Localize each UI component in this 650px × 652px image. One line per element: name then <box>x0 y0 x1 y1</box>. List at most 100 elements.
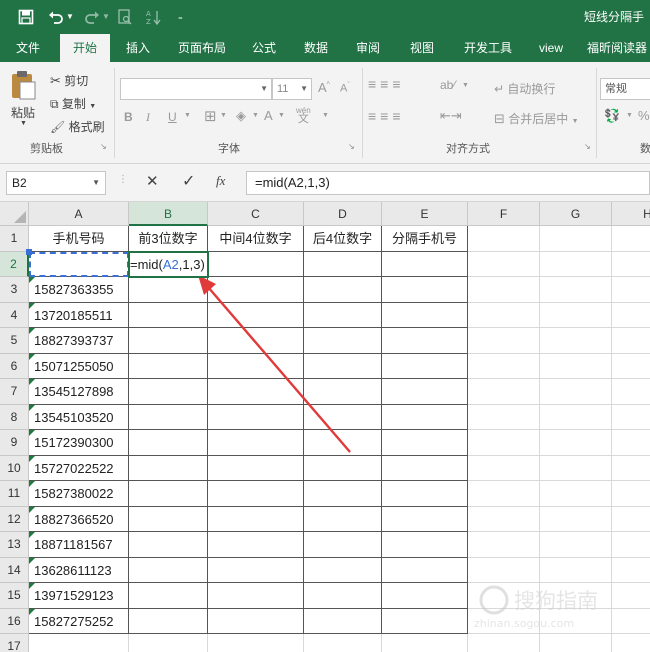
drag-handle-icon[interactable]: ⋮ <box>118 174 128 185</box>
formula-input[interactable]: =mid(A2,1,3) <box>246 171 650 195</box>
active-cell-outline <box>128 250 209 278</box>
format-painter-button[interactable]: 🖌 格式刷 <box>50 118 105 135</box>
tab-developer[interactable]: 开发工具 <box>456 34 520 62</box>
tab-data[interactable]: 数据 <box>296 34 336 62</box>
tab-formulas[interactable]: 公式 <box>244 34 284 62</box>
chevron-down-icon: ▼ <box>92 178 100 187</box>
paste-button[interactable]: 粘贴 <box>11 104 35 121</box>
tab-view[interactable]: 视图 <box>402 34 442 62</box>
copy-icon: ⧉ <box>50 97 59 111</box>
ribbon-divider <box>596 68 597 158</box>
orientation-icon[interactable]: ab⁄ <box>440 78 455 92</box>
cut-label: 剪切 <box>64 74 89 88</box>
align-left-icon[interactable]: ≡≡≡ <box>368 108 405 124</box>
alignment-group-label: 对齐方式 <box>446 143 490 155</box>
chevron-down-icon: ▼ <box>300 84 308 93</box>
redo-icon[interactable]: ▼ <box>84 0 110 34</box>
currency-icon[interactable]: 💱 <box>604 108 620 124</box>
merge-icon: ⊟ <box>494 111 505 126</box>
underline-label: U <box>168 110 177 124</box>
insert-function-button[interactable]: fx <box>216 173 225 189</box>
svg-text:Z: Z <box>146 18 151 25</box>
dialog-launcher-icon[interactable]: ↘ <box>584 142 591 151</box>
save-icon[interactable] <box>18 0 34 34</box>
bold-button[interactable]: B <box>124 110 133 124</box>
svg-text:搜狗指南: 搜狗指南 <box>514 589 598 613</box>
ribbon-divider <box>114 68 115 158</box>
align-top-icon[interactable]: ≡≡≡ <box>368 76 405 92</box>
borders-icon[interactable]: ⊞ <box>204 107 217 125</box>
paste-icon[interactable] <box>10 70 36 103</box>
wrap-text-button[interactable]: ↵ 自动换行 <box>494 80 555 97</box>
print-preview-icon[interactable] <box>118 0 132 34</box>
chevron-down-icon[interactable]: ₌ <box>178 0 183 34</box>
grow-font-button[interactable]: A^ <box>318 80 330 95</box>
phonetic-button[interactable]: wén 文 <box>296 106 311 125</box>
reference-highlight-a2 <box>29 251 129 277</box>
cancel-button[interactable]: ✕ <box>146 172 159 190</box>
borders-dropdown-icon[interactable]: ▼ <box>220 112 227 119</box>
font-size-value: 11 <box>277 83 289 95</box>
tab-file[interactable]: 文件 <box>8 34 48 62</box>
wrap-text-icon: ↵ <box>494 82 505 96</box>
copy-label: 复制 <box>61 97 86 111</box>
clipboard-group-label: 剪贴板 <box>30 143 63 155</box>
tab-foxit[interactable]: 福昕阅读器 <box>584 34 650 62</box>
dialog-launcher-icon[interactable]: ↘ <box>100 142 107 151</box>
fill-dropdown-icon[interactable]: ▼ <box>252 112 259 119</box>
enter-button[interactable]: ✓ <box>182 171 195 191</box>
font-color-button[interactable]: A <box>264 108 273 123</box>
formula-bar: B2 ▼ ⋮ ✕ ✓ fx =mid(A2,1,3) <box>0 164 650 202</box>
chevron-down-icon: ▼ <box>260 84 268 93</box>
ribbon-tabs: 文件 开始 插入 页面布局 公式 数据 审阅 视图 开发工具 view 福昕阅读… <box>0 34 650 62</box>
tab-review[interactable]: 审阅 <box>348 34 388 62</box>
fill-color-icon[interactable]: ◈ <box>236 108 246 124</box>
number-group-label: 数 <box>640 143 650 155</box>
svg-text:A: A <box>146 10 151 18</box>
number-format-value: 常规 <box>605 83 627 95</box>
underline-button[interactable]: U <box>168 110 177 124</box>
font-name-combo[interactable]: ▼ <box>120 78 272 100</box>
paste-dropdown-icon[interactable]: ▼ <box>20 120 27 127</box>
undo-icon[interactable]: ▼ <box>48 0 74 34</box>
orientation-dropdown-icon[interactable]: ▼ <box>462 82 469 89</box>
dialog-launcher-icon[interactable]: ↘ <box>348 142 355 151</box>
currency-dropdown-icon[interactable]: ▼ <box>626 112 633 119</box>
cut-button[interactable]: ✂ 剪切 <box>50 72 88 89</box>
reference-handle[interactable] <box>26 248 32 255</box>
tab-home[interactable]: 开始 <box>60 34 110 62</box>
phonetic-dropdown-icon[interactable]: ▼ <box>322 112 329 119</box>
underline-dropdown-icon[interactable]: ▼ <box>184 112 191 119</box>
percent-button[interactable]: % <box>638 108 650 123</box>
indent-icon[interactable]: ⇤⇥ <box>440 108 462 124</box>
wrap-text-label: 自动换行 <box>507 82 556 96</box>
merge-center-label: 合并后居中 <box>508 112 569 126</box>
watermark-logo: 搜狗指南 zhinan.sogou.com <box>472 582 642 632</box>
title-bar: ▼ ▼ AZ ₌ 短线分隔手 <box>0 0 650 34</box>
ribbon-home: 粘贴 ▼ ✂ 剪切 ⧉ 复制 ▼ 🖌 格式刷 剪贴板 ↘ ▼ 11 ▼ A^ A… <box>0 62 650 164</box>
font-size-combo[interactable]: 11 ▼ <box>272 78 312 100</box>
spreadsheet-grid: A B C D E F G H 1 手机号码 前3位数字 中间4位数字 后4位数字 分隔手… <box>0 202 650 652</box>
italic-button[interactable]: I <box>146 110 150 125</box>
shrink-font-button[interactable]: Aˇ <box>340 82 350 95</box>
tab-insert[interactable]: 插入 <box>118 34 158 62</box>
grow-font-label: A <box>318 80 327 95</box>
copy-dropdown-icon: ▼ <box>89 103 97 110</box>
tab-page-layout[interactable]: 页面布局 <box>170 34 234 62</box>
font-group-label: 字体 <box>218 143 240 155</box>
name-box-value: B2 <box>12 176 27 190</box>
sort-icon[interactable]: AZ <box>146 0 162 34</box>
name-box[interactable]: B2 ▼ <box>6 171 106 195</box>
tab-view-en[interactable]: view <box>530 34 572 62</box>
copy-button[interactable]: ⧉ 复制 ▼ <box>50 95 96 112</box>
window-title: 短线分隔手 <box>583 10 644 24</box>
number-format-combo[interactable]: 常规 <box>600 78 650 100</box>
ribbon-divider <box>362 68 363 158</box>
scissors-icon: ✂ <box>50 73 61 88</box>
merge-dropdown-icon: ▼ <box>571 118 579 125</box>
format-painter-label: 格式刷 <box>68 120 105 134</box>
merge-center-button[interactable]: ⊟ 合并后居中 ▼ <box>494 110 579 127</box>
svg-text:zhinan.sogou.com: zhinan.sogou.com <box>474 617 574 630</box>
brush-icon: 🖌 <box>50 120 66 134</box>
font-color-dropdown-icon[interactable]: ▼ <box>278 112 285 119</box>
